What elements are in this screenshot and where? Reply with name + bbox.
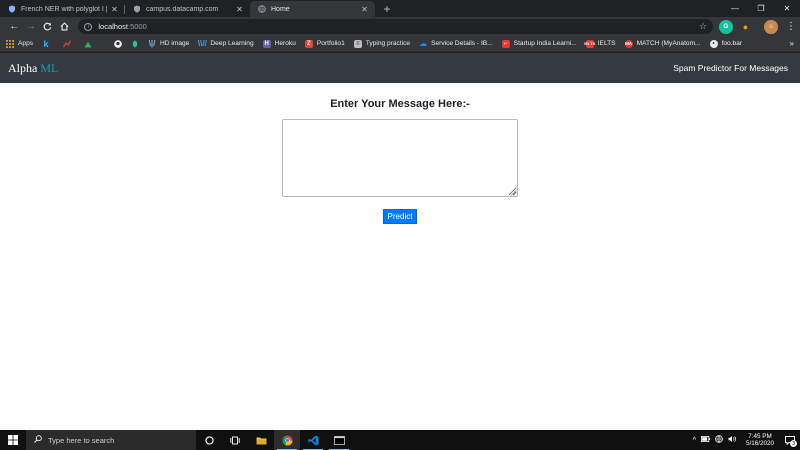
ielts-icon: IELTS — [584, 39, 596, 48]
tab-french-ner[interactable]: French NER with polyglot I | Python ✕ — [0, 1, 125, 17]
globe-icon — [258, 5, 266, 13]
shield-icon — [8, 5, 16, 13]
bookmark-hd-image[interactable]: \|/ HD image — [148, 39, 190, 48]
search-icon — [34, 435, 42, 445]
bookmark-startup-india[interactable]: ⌐ Startup India Learni... — [501, 39, 577, 48]
extension-icon[interactable]: ● — [738, 19, 753, 34]
apps-grid-icon — [6, 39, 14, 48]
info-icon[interactable]: i — [84, 22, 93, 31]
cloud-icon: ☁ — [419, 39, 428, 48]
avatar[interactable]: ☺ — [764, 19, 778, 34]
clock[interactable]: 7:45 PM 5/16/2020 — [746, 433, 774, 448]
chart-icon — [63, 39, 72, 48]
url-host: localhost — [98, 22, 128, 31]
bookmark-github[interactable] — [114, 39, 126, 48]
close-window-icon[interactable]: ✕ — [774, 0, 800, 17]
close-icon[interactable]: ✕ — [110, 5, 119, 14]
match-icon: MA — [624, 39, 633, 48]
bookmark-foo-bar[interactable]: • foo.bar — [709, 39, 742, 48]
page-heading: Enter Your Message Here:- — [330, 98, 470, 110]
url-port: :5000 — [127, 22, 147, 31]
volume-icon[interactable] — [728, 435, 737, 445]
bookmark-ielts[interactable]: IELTS IELTS — [584, 39, 616, 48]
vscode-icon[interactable] — [300, 430, 326, 450]
brand-main: Alpha — [8, 60, 41, 75]
tab-home[interactable]: Home ✕ — [250, 1, 375, 17]
message-input[interactable] — [282, 119, 518, 197]
close-icon[interactable]: ✕ — [360, 5, 369, 14]
tab-strip: French NER with polyglot I | Python ✕ ca… — [0, 0, 800, 17]
task-view-icon[interactable] — [222, 430, 248, 450]
window-controls: — ❐ ✕ — [722, 0, 800, 17]
brand-logo[interactable]: Alpha ML — [8, 61, 58, 76]
mountain-icon — [84, 40, 92, 48]
app-navbar: Alpha ML Spam Predictor For Messages — [0, 53, 800, 83]
maximize-icon[interactable]: ❐ — [748, 0, 774, 17]
bookmark-service-details[interactable]: ☁ Service Details - IB... — [419, 39, 493, 48]
notification-count-badge: 3 — [790, 440, 797, 447]
nav-title[interactable]: Spam Predictor For Messages — [673, 63, 788, 73]
foobar-icon: • — [709, 39, 718, 48]
home-icon[interactable] — [56, 18, 73, 35]
bookmark-k[interactable]: k — [42, 38, 54, 49]
address-bar[interactable]: i localhost:5000 ☆ — [78, 19, 714, 34]
reload-icon[interactable] — [39, 18, 56, 35]
bookmarks-bar: Apps k \|/ HD image \\// Deep Learning H… — [0, 36, 800, 52]
terminal-icon[interactable] — [326, 430, 352, 450]
taskbar: Type here to search ^ 7:45 PM 5/16/2020 — [0, 430, 800, 450]
github-icon — [114, 39, 122, 48]
hd-icon: \|/ — [148, 39, 156, 48]
bookmark-typing-practice[interactable]: ≡ Typing practice — [353, 39, 410, 48]
windows-start-icon[interactable] — [0, 430, 26, 450]
new-tab-button[interactable]: + — [379, 1, 395, 17]
tab-datacamp[interactable]: campus.datacamp.com ✕ — [125, 1, 250, 17]
more-bookmarks-icon[interactable]: » — [790, 39, 794, 48]
bookmark-match[interactable]: MA MATCH (MyAnatom... — [624, 39, 701, 48]
portfolio-icon: Z — [304, 39, 313, 48]
network-globe-icon[interactable] — [715, 435, 723, 445]
leaf-icon — [131, 40, 139, 48]
notifications-icon[interactable]: 3 — [780, 430, 800, 450]
bookmark-chart[interactable] — [63, 39, 75, 48]
chevron-up-icon[interactable]: ^ — [693, 437, 696, 444]
clock-time: 7:45 PM — [748, 432, 772, 440]
clock-date: 5/16/2020 — [745, 440, 774, 447]
minimize-icon[interactable]: — — [722, 0, 748, 17]
search-placeholder: Type here to search — [48, 435, 115, 445]
file-explorer-icon[interactable] — [248, 430, 274, 450]
kebab-menu-icon[interactable]: ⋮ — [786, 21, 796, 32]
browser-toolbar: ← → i localhost:5000 ☆ G ● ☺ ⋮ — [0, 17, 800, 36]
battery-icon[interactable] — [700, 436, 710, 444]
startup-icon: ⌐ — [501, 39, 510, 48]
close-icon[interactable]: ✕ — [235, 5, 244, 14]
cortana-icon[interactable] — [196, 430, 222, 450]
k-icon: k — [43, 38, 49, 49]
page-icon: ≡ — [353, 39, 362, 48]
bookmark-leaf[interactable] — [131, 40, 143, 48]
heroku-icon: H — [262, 39, 271, 48]
bookmark-apps[interactable]: Apps — [6, 39, 33, 48]
bookmark-portfolio1[interactable]: Z Portfolio1 — [304, 39, 345, 48]
web-page: Alpha ML Spam Predictor For Messages Ent… — [0, 53, 800, 430]
coursera-icon: \\// — [197, 39, 207, 48]
system-tray: ^ 7:45 PM 5/16/2020 3 — [693, 430, 800, 450]
back-icon[interactable]: ← — [6, 18, 23, 35]
grammarly-icon[interactable]: G — [719, 19, 733, 34]
bookmark-deep-learning[interactable]: \\// Deep Learning — [197, 39, 254, 48]
brand-accent: ML — [40, 60, 59, 75]
taskbar-search-input[interactable]: Type here to search — [26, 430, 196, 450]
chrome-icon[interactable] — [274, 430, 300, 450]
bookmark-mountain[interactable] — [84, 40, 96, 48]
shield-icon — [133, 5, 141, 13]
bookmark-star-icon[interactable]: ☆ — [699, 21, 707, 32]
bookmark-heroku[interactable]: H Heroku — [262, 39, 296, 48]
forward-icon[interactable]: → — [23, 18, 40, 35]
predict-button[interactable]: Predict — [383, 209, 417, 224]
